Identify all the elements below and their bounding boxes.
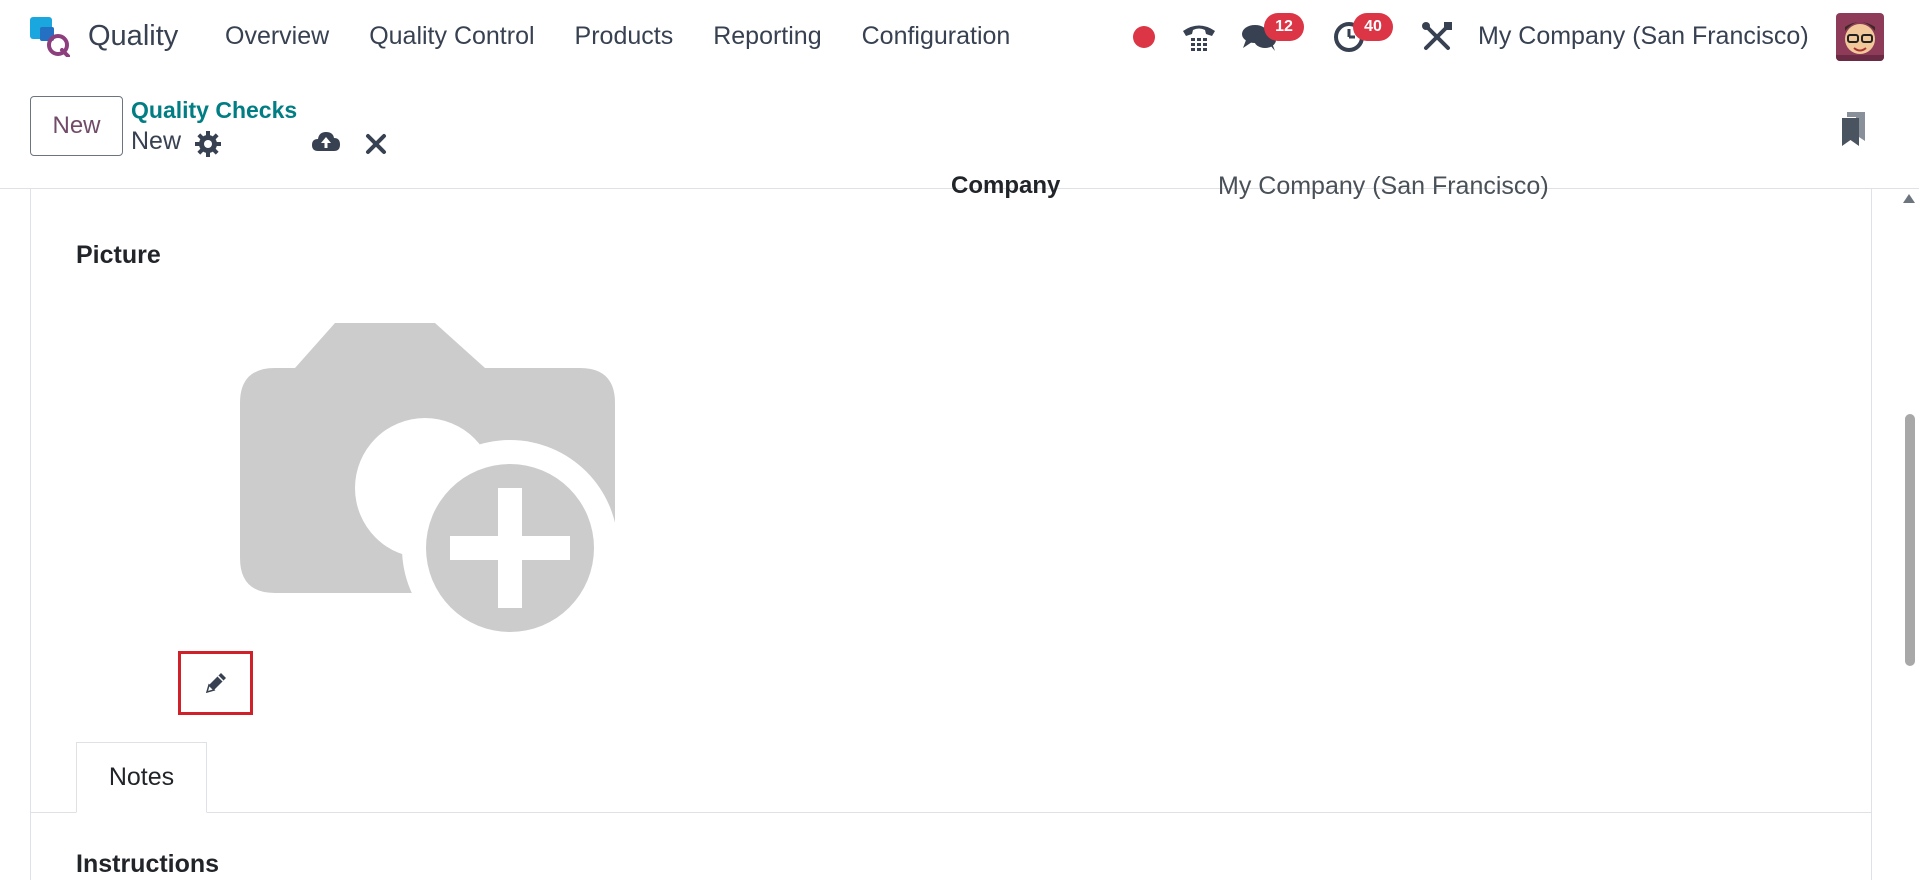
activities-badge: 40 xyxy=(1353,13,1393,41)
bookmark-icon[interactable] xyxy=(1838,109,1870,149)
pencil-icon xyxy=(205,673,226,694)
menu-reporting[interactable]: Reporting xyxy=(713,22,821,51)
new-button[interactable]: New xyxy=(30,96,123,156)
scrollbar-thumb[interactable] xyxy=(1905,414,1915,666)
recording-dot-icon[interactable] xyxy=(1125,18,1163,56)
main-menu: Overview Quality Control Products Report… xyxy=(225,22,1050,51)
company-field-label: Company xyxy=(951,172,1061,199)
menu-products[interactable]: Products xyxy=(575,22,674,51)
scroll-up-arrow[interactable] xyxy=(1903,194,1915,203)
tabs-divider xyxy=(30,812,1872,813)
gear-icon[interactable] xyxy=(193,129,223,159)
phone-icon[interactable] xyxy=(1180,18,1218,56)
discard-close-icon[interactable] xyxy=(361,129,391,159)
menu-overview[interactable]: Overview xyxy=(225,22,329,51)
menu-configuration[interactable]: Configuration xyxy=(862,22,1011,51)
edit-picture-button[interactable] xyxy=(178,651,253,715)
tab-notes[interactable]: Notes xyxy=(76,742,207,813)
top-navbar: Quality Overview Quality Control Product… xyxy=(0,0,1919,75)
picture-field-label: Picture xyxy=(76,241,161,269)
user-avatar[interactable] xyxy=(1836,13,1884,61)
record-name: New xyxy=(131,127,182,155)
company-field-value[interactable]: My Company (San Francisco) xyxy=(1218,172,1549,201)
save-cloud-icon[interactable] xyxy=(311,127,341,157)
quality-app-icon[interactable] xyxy=(28,15,70,57)
camera-placeholder-icon[interactable] xyxy=(240,323,616,653)
messages-badge: 12 xyxy=(1264,13,1304,41)
breadcrumb-quality-checks[interactable]: Quality Checks xyxy=(131,97,297,124)
app-name[interactable]: Quality xyxy=(88,20,178,53)
tools-icon[interactable] xyxy=(1418,18,1456,56)
menu-quality-control[interactable]: Quality Control xyxy=(369,22,534,51)
instructions-field-label: Instructions xyxy=(76,850,220,878)
company-switcher[interactable]: My Company (San Francisco) xyxy=(1478,22,1809,51)
